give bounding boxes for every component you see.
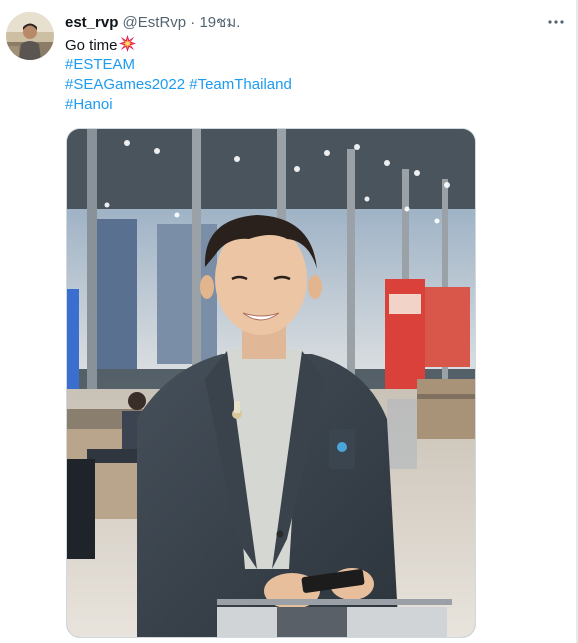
tweet-text: Go time #ESTEAM #SEAGames2022 #TeamThail… (65, 35, 292, 115)
hashtag-esteam[interactable]: #ESTEAM (65, 56, 135, 73)
photo-image (67, 129, 475, 637)
text-line-1: Go time (65, 35, 292, 55)
tweet-text-first: Go time (65, 37, 118, 54)
avatar[interactable] (6, 12, 54, 60)
text-line-3: #SEAGames2022 #TeamThailand (65, 75, 292, 95)
avatar-image (6, 12, 54, 60)
display-name[interactable]: est_rvp (65, 14, 118, 31)
tweet-time[interactable]: 19ชม. (199, 14, 240, 31)
more-horizontal-icon[interactable] (544, 10, 568, 34)
text-line-2: #ESTEAM (65, 55, 292, 75)
text-line-4: #Hanoi (65, 95, 292, 115)
tweet-photo[interactable] (66, 128, 476, 638)
header-separator: · (190, 14, 196, 31)
tweet-card[interactable]: est_rvp @EstRvp · 19ชม. Go time #ESTEAM … (0, 0, 577, 643)
user-handle[interactable]: @EstRvp (123, 14, 187, 31)
hashtag-seagames2022[interactable]: #SEAGames2022 (65, 76, 185, 93)
hashtag-teamthailand[interactable]: #TeamThailand (189, 76, 292, 93)
hashtag-hanoi[interactable]: #Hanoi (65, 96, 113, 113)
tweet-header: est_rvp @EstRvp · 19ชม. (65, 13, 240, 33)
